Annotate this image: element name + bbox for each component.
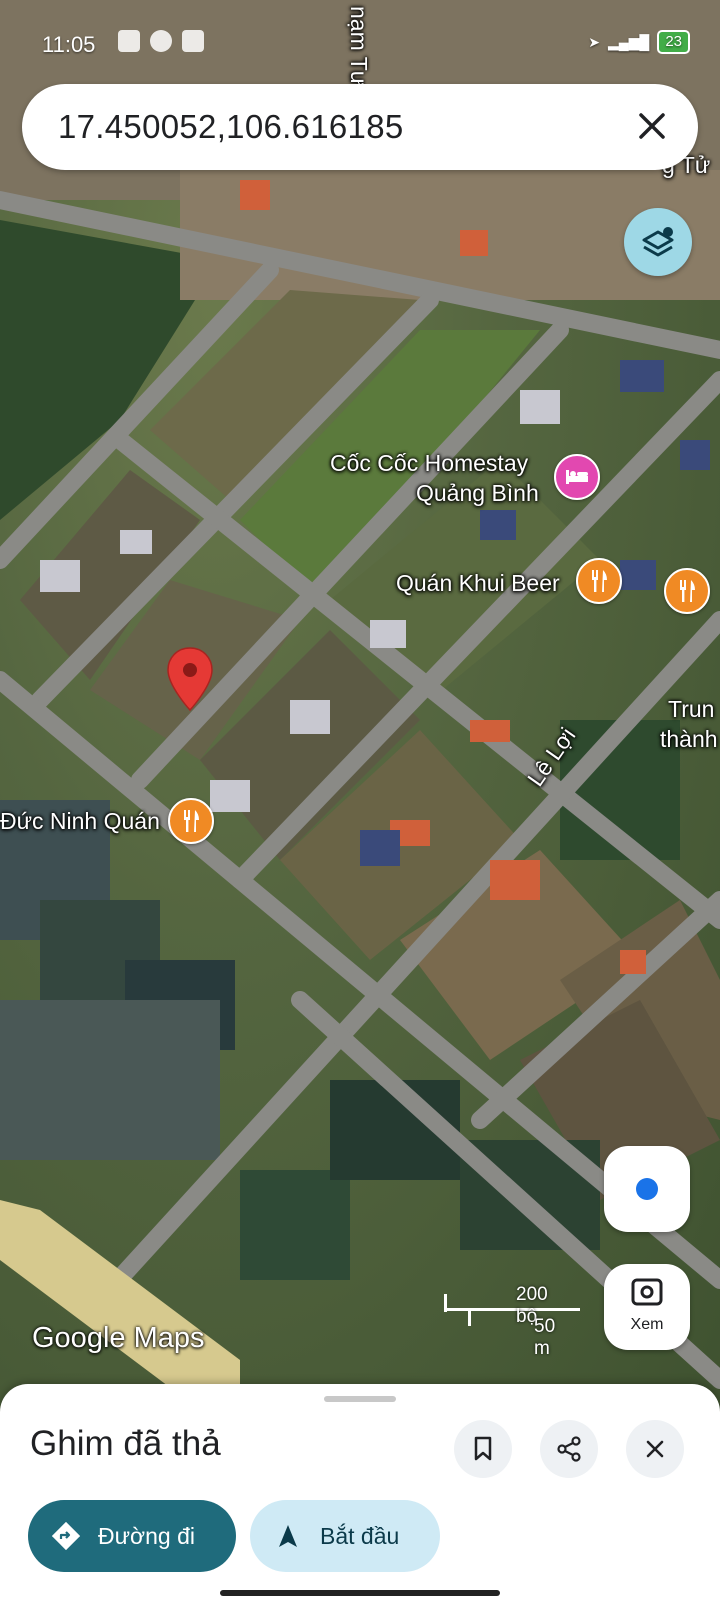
view-button-label: Xem bbox=[630, 1316, 664, 1333]
street-label: thành bbox=[660, 726, 718, 752]
place-label[interactable]: Quán Khui Beer bbox=[396, 570, 560, 597]
my-location-button[interactable] bbox=[604, 1146, 690, 1232]
google-maps-logo: Google Maps bbox=[32, 1322, 205, 1354]
close-icon[interactable] bbox=[632, 106, 672, 146]
street-label: Trun bbox=[668, 696, 715, 722]
save-button[interactable] bbox=[454, 1420, 512, 1478]
home-indicator[interactable] bbox=[220, 1590, 500, 1596]
notification-icons bbox=[118, 30, 204, 52]
signal-icon: ▂▄▆█ bbox=[607, 33, 650, 50]
restaurant-icon[interactable] bbox=[664, 568, 710, 614]
restaurant-icon[interactable] bbox=[576, 558, 622, 604]
directions-icon bbox=[52, 1522, 80, 1550]
search-input[interactable]: 17.450052,106.616185 bbox=[58, 108, 404, 146]
search-bar[interactable]: 17.450052,106.616185 bbox=[22, 84, 698, 170]
camera-icon bbox=[631, 1278, 663, 1306]
sheet-drag-handle[interactable] bbox=[324, 1396, 396, 1402]
start-button[interactable]: Bắt đầu bbox=[250, 1500, 440, 1572]
location-icon: ➤ bbox=[588, 33, 600, 50]
navigation-arrow-icon bbox=[279, 1525, 297, 1547]
place-label[interactable]: Quảng Bình bbox=[416, 480, 539, 507]
bookmark-icon bbox=[474, 1436, 492, 1461]
hotel-icon[interactable] bbox=[554, 454, 600, 500]
my-location-icon bbox=[636, 1178, 658, 1200]
notification-icon bbox=[118, 30, 140, 52]
place-label[interactable]: Cốc Cốc Homestay bbox=[330, 450, 528, 477]
share-button[interactable] bbox=[540, 1420, 598, 1478]
directions-label: Đường đi bbox=[98, 1522, 195, 1549]
start-label: Bắt đầu bbox=[320, 1522, 400, 1549]
facebook-icon bbox=[150, 30, 172, 52]
status-right: ➤ ▂▄▆█ 23 bbox=[588, 30, 690, 54]
dropped-pin-icon[interactable] bbox=[166, 646, 214, 712]
close-icon bbox=[646, 1440, 664, 1458]
restaurant-icon[interactable] bbox=[168, 798, 214, 844]
view-button[interactable]: Xem bbox=[604, 1264, 690, 1350]
bottom-sheet[interactable]: Ghim đã thả Đường đi Bắt đầu bbox=[0, 1384, 720, 1603]
battery-icon: 23 bbox=[657, 30, 690, 54]
scale-meters: 50 m bbox=[534, 1316, 556, 1359]
layers-button[interactable] bbox=[624, 208, 692, 276]
status-bar: 11:05 ➤ ▂▄▆█ 23 bbox=[0, 0, 720, 80]
status-time: 11:05 bbox=[42, 32, 96, 57]
place-label[interactable]: Đức Ninh Quán bbox=[0, 808, 160, 835]
notification-icon bbox=[182, 30, 204, 52]
layers-icon bbox=[642, 227, 674, 257]
sheet-title: Ghim đã thả bbox=[30, 1424, 221, 1463]
directions-button[interactable]: Đường đi bbox=[28, 1500, 236, 1572]
share-icon bbox=[557, 1436, 581, 1462]
close-sheet-button[interactable] bbox=[626, 1420, 684, 1478]
